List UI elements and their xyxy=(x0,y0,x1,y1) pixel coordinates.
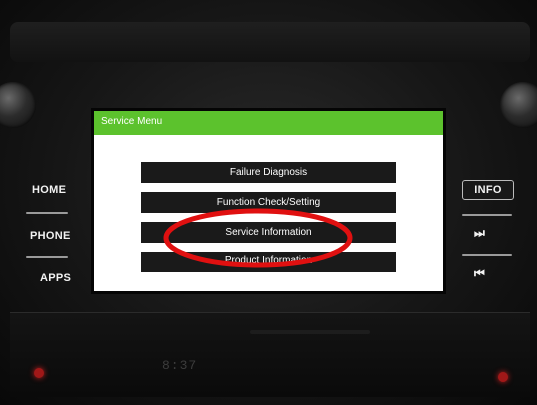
home-button[interactable]: HOME xyxy=(32,184,66,196)
page-title: Service Menu xyxy=(101,116,163,127)
touchscreen-display: Service Menu Failure Diagnosis Function … xyxy=(94,111,443,291)
menu-item-product-information[interactable]: Product Information xyxy=(141,252,396,272)
button-divider xyxy=(26,256,68,258)
screen-title-bar: Service Menu xyxy=(94,111,443,135)
menu-item-failure-diagnosis[interactable]: Failure Diagnosis xyxy=(141,162,396,183)
info-button[interactable]: INFO xyxy=(462,180,514,200)
menu-item-function-check-setting[interactable]: Function Check/Setting xyxy=(141,192,396,213)
tune-knob[interactable] xyxy=(500,82,537,128)
button-divider xyxy=(462,254,512,256)
left-indicator-light xyxy=(34,368,44,378)
top-bezel xyxy=(10,22,530,62)
bottom-bezel xyxy=(10,312,530,397)
next-track-button[interactable]: ⏭ xyxy=(474,226,485,241)
previous-track-button[interactable]: ⏮ xyxy=(474,266,485,281)
phone-button[interactable]: PHONE xyxy=(30,230,71,242)
next-track-icon: ⏭ xyxy=(474,226,486,240)
clock-display: 8:37 xyxy=(162,358,198,373)
right-indicator-light xyxy=(498,372,508,382)
bezel-slot xyxy=(250,330,370,334)
volume-knob[interactable] xyxy=(0,82,36,128)
menu-item-service-information[interactable]: Service Information xyxy=(141,222,396,243)
car-head-unit: HOME PHONE APPS INFO ⏭ ⏮ Service Menu Fa… xyxy=(0,0,537,405)
apps-button[interactable]: APPS xyxy=(40,272,71,284)
button-divider xyxy=(26,212,68,214)
button-divider xyxy=(462,214,512,216)
previous-track-icon: ⏮ xyxy=(474,266,486,280)
